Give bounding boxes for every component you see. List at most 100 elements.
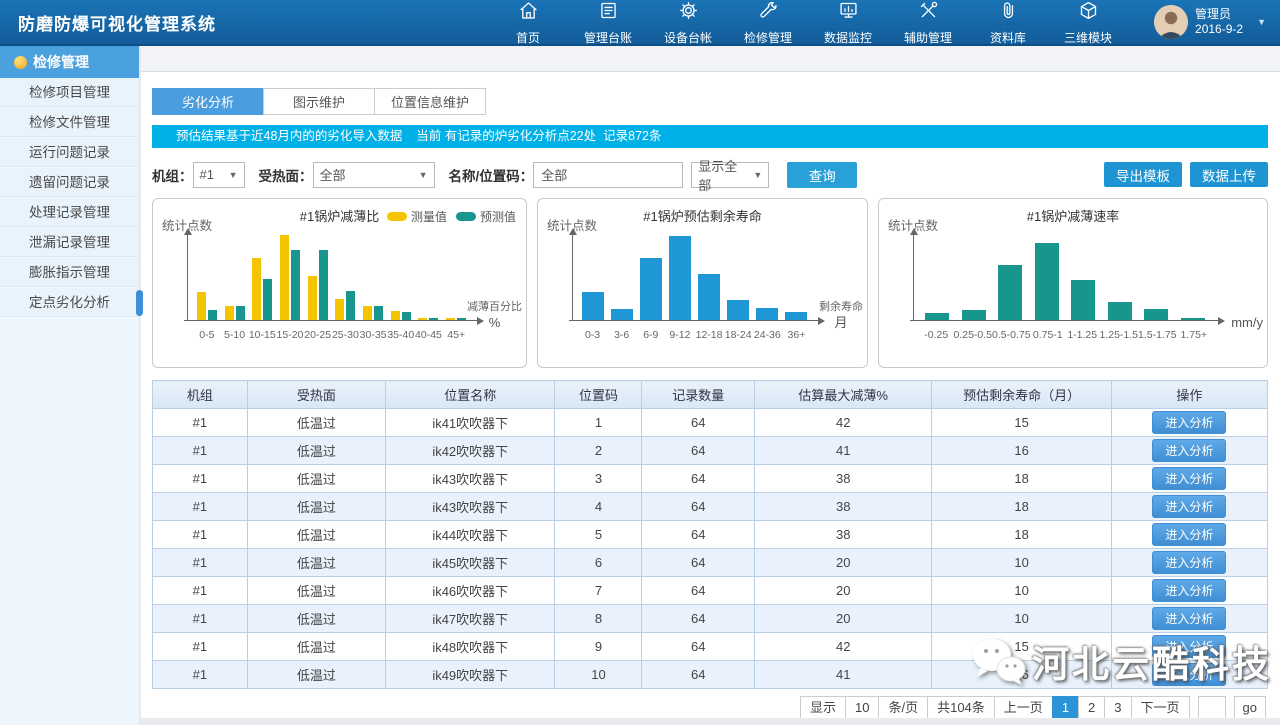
next-page-button[interactable]: 下一页 [1131, 696, 1190, 718]
cell-unit: #1 [153, 437, 248, 465]
nav-item-数据监控[interactable]: 数据监控 [808, 0, 888, 46]
cell-position-name: ik42吹吹器下 [386, 437, 555, 465]
tab-劣化分析[interactable]: 劣化分析 [152, 88, 264, 115]
nav-item-设备台帐[interactable]: 设备台帐 [648, 0, 728, 46]
bar [998, 265, 1022, 320]
bar-group [221, 235, 249, 320]
nav-item-资料库[interactable]: 资料库 [968, 0, 1048, 46]
nav-item-首页[interactable]: 首页 [488, 0, 568, 46]
enter-analysis-button[interactable]: 进入分析 [1152, 663, 1226, 686]
name-code-input[interactable] [533, 162, 683, 188]
cell-max-thinning: 38 [755, 493, 932, 521]
display-select[interactable]: 显示全部 ▼ [691, 162, 769, 188]
cell-action: 进入分析 [1111, 605, 1267, 633]
cell-action: 进入分析 [1111, 493, 1267, 521]
tab-位置信息维护[interactable]: 位置信息维护 [374, 88, 486, 115]
unit-select[interactable]: #1 ▼ [193, 162, 245, 188]
nav-item-管理台账[interactable]: 管理台账 [568, 0, 648, 46]
cell-remaining-life: 16 [932, 661, 1112, 689]
cell-surface: 低温过 [247, 549, 385, 577]
enter-analysis-button[interactable]: 进入分析 [1152, 467, 1226, 490]
cell-record-count: 64 [642, 549, 755, 577]
x-tick-label: 24-36 [753, 329, 782, 341]
x-tick-label: 18-24 [724, 329, 753, 341]
bar-group [992, 235, 1029, 320]
prev-page-button[interactable]: 上一页 [994, 696, 1053, 718]
sidebar-header[interactable]: 检修管理 [0, 46, 139, 78]
bar [346, 291, 355, 320]
analysis-table: 机组受热面位置名称位置码记录数量估算最大减薄%预估剩余寿命（月）操作 #1低温过… [152, 380, 1268, 689]
chart-legend: 测量值预测值 [387, 208, 516, 225]
cell-max-thinning: 20 [755, 605, 932, 633]
app-root: 防磨防爆可视化管理系统 首页管理台账设备台帐检修管理数据监控辅助管理资料库三维模… [0, 0, 1280, 725]
bar [308, 276, 317, 320]
cell-surface: 低温过 [247, 633, 385, 661]
sidebar-item-膨胀指示管理[interactable]: 膨胀指示管理 [0, 258, 139, 288]
x-axis [184, 320, 480, 321]
sidebar-item-检修文件管理[interactable]: 检修文件管理 [0, 108, 139, 138]
nav-item-三维模块[interactable]: 三维模块 [1048, 0, 1128, 46]
user-block[interactable]: 管理员 2016-9-2 ▼ [1154, 5, 1270, 39]
sidebar-item-运行问题记录[interactable]: 运行问题记录 [0, 138, 139, 168]
avatar[interactable] [1154, 5, 1188, 39]
enter-analysis-button[interactable]: 进入分析 [1152, 607, 1226, 630]
sidebar-item-遗留问题记录[interactable]: 遗留问题记录 [0, 168, 139, 198]
enter-analysis-button[interactable]: 进入分析 [1152, 439, 1226, 462]
page-number-3[interactable]: 3 [1104, 696, 1131, 718]
tab-图示维护[interactable]: 图示维护 [263, 88, 375, 115]
page-size-value[interactable]: 10 [845, 696, 879, 718]
bar [291, 250, 300, 320]
surface-filter-label: 受热面： [259, 165, 313, 185]
nav-item-label: 数据监控 [824, 29, 872, 46]
chart-panel-1: #1锅炉减薄比测量值预测值统计点数0-55-1010-1515-2020-252… [152, 198, 527, 368]
nav-item-辅助管理[interactable]: 辅助管理 [888, 0, 968, 46]
bar-group [636, 235, 665, 320]
x-tick-label: 5-10 [221, 329, 249, 341]
enter-analysis-button[interactable]: 进入分析 [1152, 411, 1226, 434]
cell-position-name: ik43吹吹器下 [386, 493, 555, 521]
page-number-1[interactable]: 1 [1052, 696, 1079, 718]
x-axis [569, 320, 821, 321]
bar-group [1029, 235, 1066, 320]
x-tick-label: 0-5 [193, 329, 221, 341]
enter-analysis-button[interactable]: 进入分析 [1152, 495, 1226, 518]
go-button[interactable]: go [1234, 696, 1266, 718]
x-tick-label: 35-40 [387, 329, 415, 341]
enter-analysis-button[interactable]: 进入分析 [1152, 551, 1226, 574]
bar-group [387, 235, 415, 320]
sidebar-item-泄漏记录管理[interactable]: 泄漏记录管理 [0, 228, 139, 258]
chevron-down-icon[interactable]: ▼ [1257, 17, 1266, 27]
cell-surface: 低温过 [247, 409, 385, 437]
query-button[interactable]: 查询 [787, 162, 857, 188]
export-template-button[interactable]: 导出模板 [1104, 162, 1182, 187]
sidebar-item-检修项目管理[interactable]: 检修项目管理 [0, 78, 139, 108]
cell-unit: #1 [153, 661, 248, 689]
cell-position-name: ik41吹吹器下 [386, 409, 555, 437]
x-tick-label: 0.5-0.75 [992, 329, 1031, 341]
nav-item-检修管理[interactable]: 检修管理 [728, 0, 808, 46]
surface-select[interactable]: 全部 ▼ [313, 162, 435, 188]
x-tick-label: 30-35 [359, 329, 387, 341]
nav-item-label: 管理台账 [584, 29, 632, 46]
bar-group [276, 235, 304, 320]
cell-action: 进入分析 [1111, 409, 1267, 437]
page-number-2[interactable]: 2 [1078, 696, 1105, 718]
cell-position-name: ik49吹吹器下 [386, 661, 555, 689]
column-header: 预估剩余寿命（月） [932, 381, 1112, 409]
total-records: 共104条 [927, 696, 995, 718]
legend-swatch [456, 212, 476, 221]
goto-page-input[interactable] [1198, 696, 1226, 718]
cell-action: 进入分析 [1111, 633, 1267, 661]
nav-item-label: 首页 [516, 29, 540, 46]
enter-analysis-button[interactable]: 进入分析 [1152, 579, 1226, 602]
cell-action: 进入分析 [1111, 437, 1267, 465]
cell-action: 进入分析 [1111, 465, 1267, 493]
cell-record-count: 64 [642, 521, 755, 549]
enter-analysis-button[interactable]: 进入分析 [1152, 523, 1226, 546]
data-upload-button[interactable]: 数据上传 [1190, 162, 1268, 187]
enter-analysis-button[interactable]: 进入分析 [1152, 635, 1226, 658]
cell-position-name: ik45吹吹器下 [386, 549, 555, 577]
sidebar-item-定点劣化分析[interactable]: 定点劣化分析 [0, 288, 139, 318]
cell-position-code: 8 [555, 605, 642, 633]
sidebar-item-处理记录管理[interactable]: 处理记录管理 [0, 198, 139, 228]
